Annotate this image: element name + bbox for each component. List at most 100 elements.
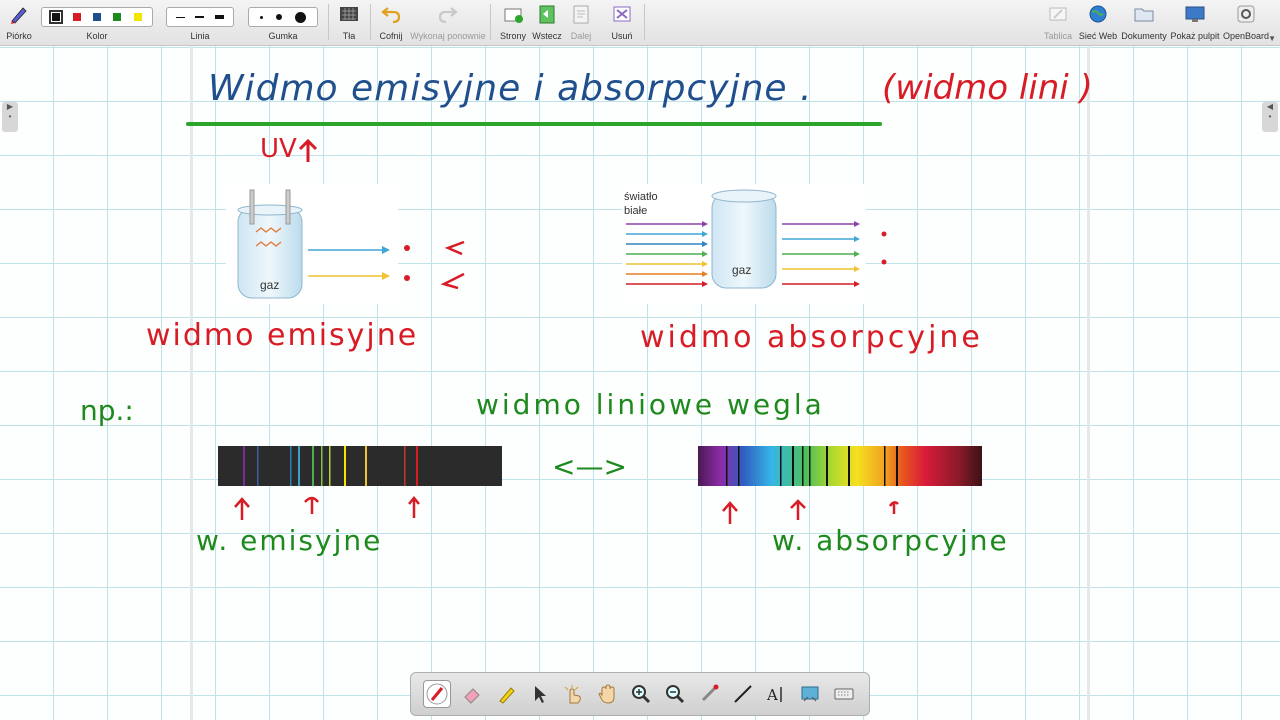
- eraser-size-picker[interactable]: [248, 7, 318, 27]
- color-green-swatch[interactable]: [113, 13, 122, 21]
- back-button[interactable]: Wstecz: [530, 0, 564, 45]
- example-label: np.:: [80, 394, 134, 427]
- highlighter-tool[interactable]: [493, 681, 519, 707]
- text-icon: A: [766, 686, 783, 704]
- absorption-red-marks: [881, 231, 887, 265]
- color-blue-swatch[interactable]: [92, 13, 101, 21]
- emission-spectrum-label: w. emisyjne: [196, 524, 383, 557]
- right-panel-toggle[interactable]: ◀ •: [1262, 102, 1278, 132]
- color-group: Kolor: [38, 0, 156, 45]
- left-panel-toggle[interactable]: ▶ •: [2, 102, 18, 132]
- line-group: Linia: [164, 0, 236, 45]
- pan-tool[interactable]: [594, 681, 620, 707]
- color-yellow-swatch[interactable]: [133, 13, 142, 21]
- pen-tool[interactable]: [422, 680, 451, 708]
- title-note: (widmo lini ): [882, 68, 1093, 108]
- folder-icon: [1134, 8, 1154, 22]
- eraser-group: Gumka: [246, 0, 320, 45]
- line-icon: [733, 685, 752, 703]
- incoming-white-light-rays: [626, 221, 708, 287]
- pen-tool-button[interactable]: Piórko: [2, 0, 36, 45]
- emission-figure: gaz: [226, 184, 398, 304]
- relation-arrow: <—>: [552, 450, 627, 483]
- capture-icon: [801, 686, 819, 702]
- next-page-icon: [573, 5, 589, 24]
- whiteboard-canvas[interactable]: ▶ • ◀ • Widmo emisyjne i absorpcyjne . (wi…: [0, 46, 1280, 720]
- interact-tool[interactable]: [560, 681, 586, 707]
- eraser-small[interactable]: [259, 15, 263, 19]
- text-tool[interactable]: A: [763, 681, 789, 707]
- pages-icon: [504, 8, 523, 23]
- color-black-swatch[interactable]: [49, 10, 64, 24]
- eraser-icon: [464, 688, 480, 704]
- background-label: Tła: [342, 31, 356, 41]
- select-tool[interactable]: [526, 681, 552, 707]
- zoom-out-icon: [665, 685, 684, 704]
- uv-note: UV: [260, 134, 297, 164]
- emission-spectrum-strip: [218, 446, 502, 486]
- line-thin[interactable]: [176, 16, 186, 18]
- zoom-in-icon: [631, 685, 651, 704]
- line-spectrum-label: widmo liniowe wegla: [476, 388, 825, 421]
- background-grid-icon: [340, 7, 358, 21]
- absorption-figure: światło białe gaz: [622, 184, 866, 304]
- board-icon: [1049, 7, 1067, 21]
- eraser-large[interactable]: [295, 11, 307, 23]
- absorption-apparatus-diagram: światło białe gaz: [624, 189, 860, 289]
- hand-icon: [598, 684, 615, 704]
- redo-button[interactable]: Wykonaj ponownie: [410, 0, 486, 45]
- line-width-picker[interactable]: [166, 7, 234, 27]
- openboard-menu-button[interactable]: OpenBoard: [1222, 0, 1270, 45]
- documents-button[interactable]: Dokumenty: [1120, 0, 1168, 45]
- board-button[interactable]: Tablica: [1040, 0, 1076, 45]
- absorption-gas-label: gaz: [732, 263, 751, 277]
- back-label: Wstecz: [532, 31, 562, 41]
- desktop-label: Pokaż pulpit: [1170, 31, 1220, 41]
- laser-pointer-tool[interactable]: [696, 681, 722, 707]
- web-button[interactable]: Sieć Web: [1078, 0, 1118, 45]
- line-tool[interactable]: [730, 681, 756, 707]
- virtual-keyboard-tool[interactable]: [831, 681, 857, 707]
- hand-pointer-icon: [564, 685, 582, 704]
- eraser-medium[interactable]: [275, 14, 282, 20]
- absorption-spectrum-label: w. absorpcyjne: [772, 524, 1009, 557]
- color-picker[interactable]: [41, 7, 153, 27]
- delete-button[interactable]: Usuń: [604, 0, 640, 45]
- background-button[interactable]: Tła: [332, 0, 366, 45]
- documents-label: Dokumenty: [1121, 31, 1167, 41]
- line-thick[interactable]: [214, 15, 224, 19]
- color-red-swatch[interactable]: [72, 13, 81, 21]
- top-toolbar: Piórko Kolor Linia Gumka Tła Cofnij Wyko…: [0, 0, 1280, 46]
- eraser-tool[interactable]: [459, 681, 485, 707]
- zoom-in-tool[interactable]: [628, 681, 654, 707]
- line-medium[interactable]: [195, 16, 205, 18]
- delete-label: Usuń: [611, 31, 633, 41]
- white-light-label-2: białe: [624, 205, 647, 217]
- undo-icon: [381, 7, 401, 24]
- next-button[interactable]: Dalej: [564, 0, 598, 45]
- capture-tool[interactable]: [797, 681, 823, 707]
- svg-text:A: A: [766, 686, 778, 704]
- pages-button[interactable]: Strony: [496, 0, 530, 45]
- globe-icon: [1089, 5, 1107, 23]
- emission-apparatus-diagram: gaz: [237, 189, 390, 299]
- pages-label: Strony: [499, 31, 526, 41]
- redo-icon: [438, 7, 458, 24]
- back-page-icon: [539, 5, 555, 24]
- emission-red-marks: [404, 240, 465, 290]
- page-area: [190, 46, 1090, 720]
- pointer-arrow-icon: [535, 686, 547, 703]
- desktop-button[interactable]: Pokaż pulpit: [1170, 0, 1220, 45]
- line-label: Linia: [190, 31, 210, 41]
- menu-dropdown-icon[interactable]: ▼: [1268, 34, 1276, 43]
- absorption-spectrum-strip: [698, 446, 982, 486]
- eraser-label: Gumka: [268, 31, 298, 41]
- zoom-out-tool[interactable]: [662, 681, 688, 707]
- uv-arrow-icon: [298, 138, 318, 162]
- emission-line-arrows: [234, 496, 420, 520]
- emission-heading: widmo emisyjne: [146, 318, 419, 353]
- undo-button[interactable]: Cofnij: [372, 0, 410, 45]
- board-label: Tablica: [1043, 31, 1072, 41]
- color-label: Kolor: [86, 31, 108, 41]
- openboard-label: OpenBoard: [1222, 31, 1270, 41]
